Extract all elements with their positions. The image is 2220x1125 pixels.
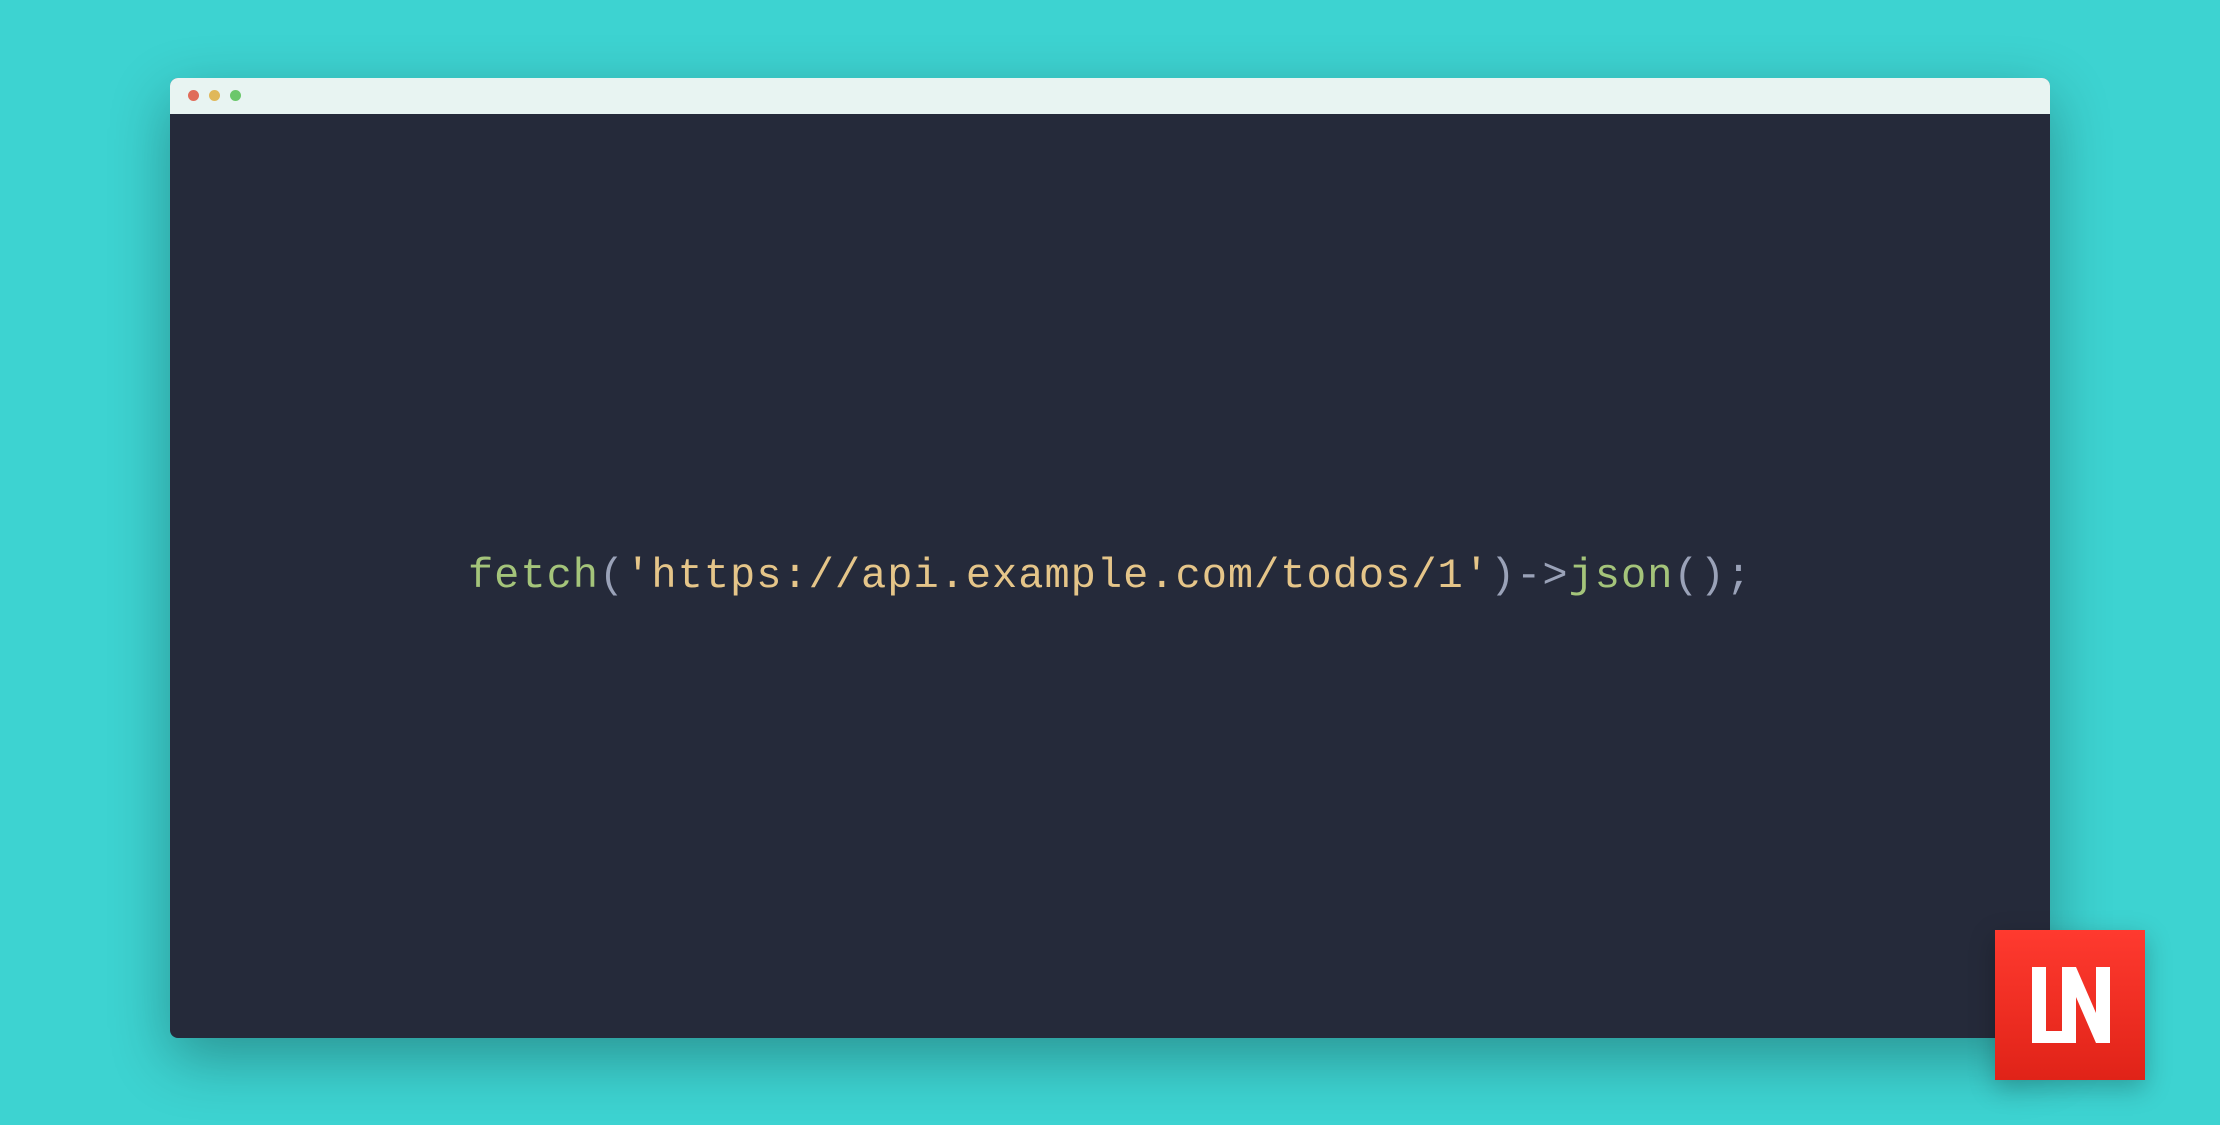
code-token-paren-close: ) bbox=[1490, 552, 1516, 600]
code-line: fetch('https://api.example.com/todos/1')… bbox=[468, 552, 1752, 600]
code-token-call: (); bbox=[1673, 552, 1752, 600]
code-token-method: json bbox=[1569, 552, 1674, 600]
maximize-icon[interactable] bbox=[230, 90, 241, 101]
minimize-icon[interactable] bbox=[209, 90, 220, 101]
close-icon[interactable] bbox=[188, 90, 199, 101]
code-token-paren-open: ( bbox=[599, 552, 625, 600]
code-area: fetch('https://api.example.com/todos/1')… bbox=[170, 114, 2050, 1038]
editor-window: fetch('https://api.example.com/todos/1')… bbox=[170, 78, 2050, 1038]
code-token-arrow: -> bbox=[1516, 552, 1568, 600]
window-titlebar bbox=[170, 78, 2050, 114]
code-token-function: fetch bbox=[468, 552, 599, 600]
brand-logo bbox=[1995, 930, 2145, 1080]
ln-logo-icon bbox=[2020, 955, 2120, 1055]
code-token-string: 'https://api.example.com/todos/1' bbox=[625, 552, 1490, 600]
